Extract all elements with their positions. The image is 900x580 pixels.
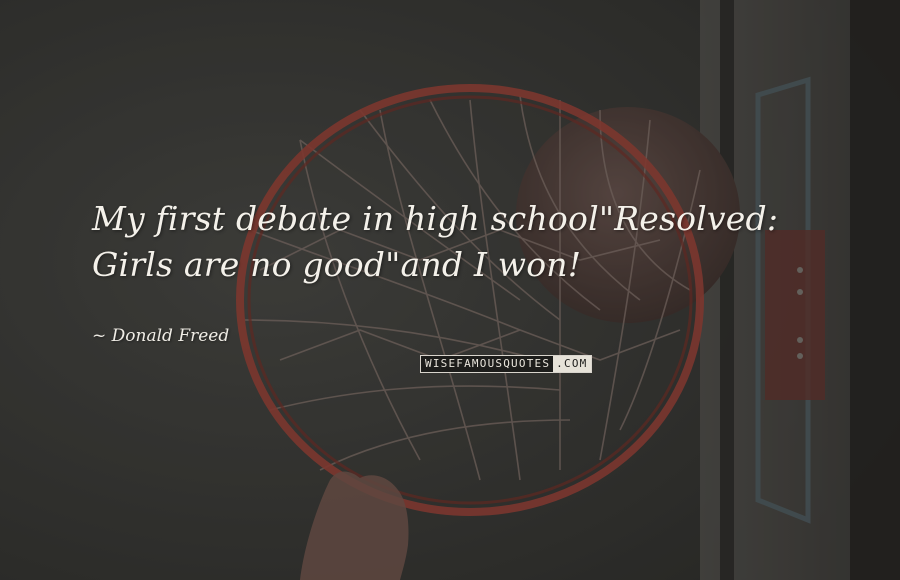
- quote-line-2: Girls are no good"and I won!: [92, 245, 582, 284]
- author-prefix: ~: [92, 326, 107, 346]
- watermark-brand: WISEFAMOUSQUOTES: [421, 356, 554, 372]
- author-name: Donald Freed: [111, 326, 230, 346]
- watermark-domain: .COM: [553, 356, 592, 372]
- quote-text: My first debate in high school"Resolved:…: [92, 196, 872, 288]
- site-watermark: WISEFAMOUSQUOTES .COM: [420, 355, 593, 373]
- quote-line-1: My first debate in high school"Resolved:: [92, 199, 779, 238]
- darken-overlay: [0, 0, 900, 580]
- quote-author: ~ Donald Freed: [92, 325, 229, 347]
